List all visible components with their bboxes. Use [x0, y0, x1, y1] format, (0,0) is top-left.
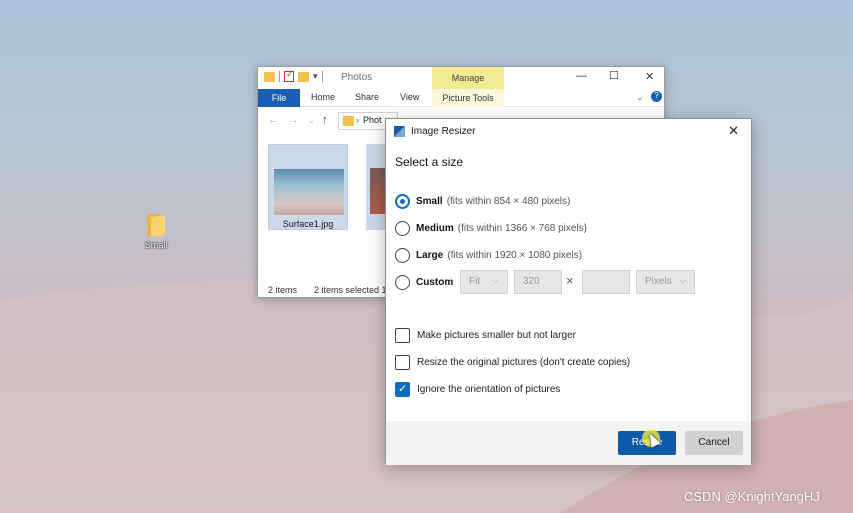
chevron-down-icon[interactable]: ▾: [313, 71, 318, 82]
chevron-down-icon: ⌵: [492, 275, 499, 285]
help-icon[interactable]: ?: [651, 91, 662, 102]
checkbox-smaller-not-larger[interactable]: Make pictures smaller but not larger: [395, 328, 576, 343]
checkbox-ignore-orientation[interactable]: Ignore the orientation of pictures: [395, 382, 560, 397]
image-resizer-app-icon: [394, 126, 405, 137]
height-input[interactable]: [582, 270, 630, 294]
up-arrow-icon[interactable]: ↑: [322, 114, 328, 126]
folder-icon: [147, 214, 165, 237]
dialog-footer: Resize Cancel: [386, 421, 751, 465]
explorer-title-bar: ▾ Photos Manage — ☐ ✕: [258, 67, 664, 89]
tab-manage[interactable]: Manage: [432, 67, 504, 89]
folder-icon: [264, 71, 275, 82]
image-resizer-dialog[interactable]: Image Resizer ✕ Select a size Small (fit…: [385, 118, 752, 465]
checkbox-resize-originals[interactable]: Resize the original pictures (don't crea…: [395, 355, 630, 370]
fit-mode-select[interactable]: Fit ⌵: [460, 270, 508, 294]
ribbon-tabs: File Home Share View Picture Tools ⌄ ?: [258, 89, 664, 107]
cancel-button[interactable]: Cancel: [685, 431, 743, 455]
radio-medium[interactable]: Medium (fits within 1366 × 768 pixels): [395, 221, 587, 236]
file-item-2[interactable]: [366, 144, 386, 230]
window-title: Photos: [341, 72, 373, 83]
file-item-surface1[interactable]: Surface1.jpg: [268, 144, 348, 230]
image-thumbnail: [274, 169, 344, 215]
tab-share[interactable]: Share: [355, 92, 379, 102]
tab-view[interactable]: View: [400, 92, 419, 102]
back-arrow-icon[interactable]: ←: [268, 114, 279, 126]
dialog-title: Image Resizer: [411, 126, 476, 137]
image-thumbnail: [370, 168, 386, 214]
status-selected-count: 2 items selected 1: [314, 285, 387, 295]
new-folder-icon[interactable]: [298, 71, 309, 82]
status-item-count: 2 items: [268, 285, 298, 295]
radio-button[interactable]: [395, 248, 410, 263]
watermark: CSDN @KnightYangHJ: [684, 489, 820, 504]
desktop-folder-label: Small: [144, 240, 168, 250]
close-icon[interactable]: ✕: [728, 123, 739, 139]
radio-custom[interactable]: Custom: [395, 275, 453, 290]
breadcrumb-chevron-icon: ›: [356, 115, 359, 125]
radio-button-selected[interactable]: [395, 194, 410, 209]
maximize-icon[interactable]: ☐: [609, 69, 619, 82]
section-heading: Select a size: [395, 155, 464, 169]
folder-icon: [343, 116, 354, 126]
unit-select[interactable]: Pixels ⌵: [636, 270, 695, 294]
address-path: Phot: [363, 115, 382, 125]
checkbox-checked[interactable]: [395, 382, 410, 397]
width-input[interactable]: 320: [514, 270, 562, 294]
checkbox[interactable]: [395, 328, 410, 343]
close-icon[interactable]: ✕: [645, 70, 654, 83]
forward-arrow-icon[interactable]: →: [288, 114, 299, 126]
recent-chevron-icon[interactable]: ⌄: [308, 116, 315, 125]
checkbox[interactable]: [395, 355, 410, 370]
quick-access-toolbar: ▾: [264, 69, 323, 82]
file-name: Surface1.jpg: [282, 219, 334, 229]
tab-home[interactable]: Home: [311, 92, 335, 102]
dialog-title-bar: Image Resizer: [394, 126, 475, 137]
radio-small[interactable]: Small (fits within 854 × 480 pixels): [395, 194, 570, 209]
dimension-separator: ×: [566, 273, 574, 288]
radio-button[interactable]: [395, 221, 410, 236]
chevron-down-icon: ⌵: [679, 275, 686, 285]
minimize-icon[interactable]: —: [576, 70, 587, 82]
expand-ribbon-icon[interactable]: ⌄: [636, 92, 644, 103]
properties-icon[interactable]: [284, 69, 294, 82]
desktop-folder-small[interactable]: Small: [138, 214, 174, 250]
radio-large[interactable]: Large (fits within 1920 × 1080 pixels): [395, 248, 582, 263]
tab-picture-tools[interactable]: Picture Tools: [432, 89, 504, 107]
radio-button[interactable]: [395, 275, 410, 290]
tab-file[interactable]: File: [258, 89, 300, 107]
